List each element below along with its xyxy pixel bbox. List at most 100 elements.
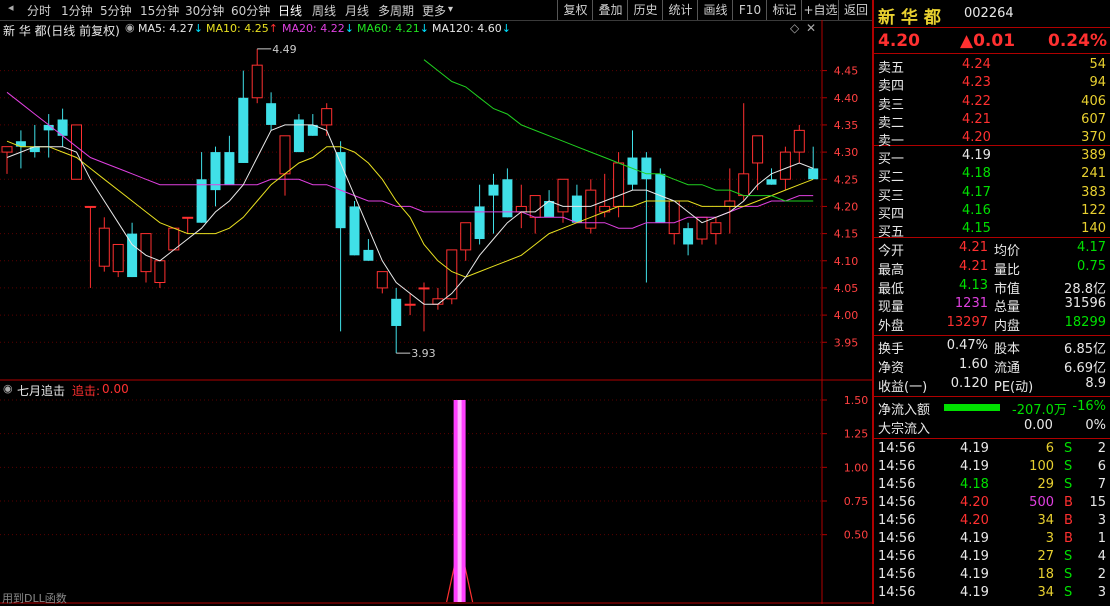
period-tab-2[interactable]: 5分钟 bbox=[100, 2, 132, 19]
candle[interactable] bbox=[418, 282, 430, 332]
tick-price: 4.19 bbox=[960, 549, 989, 564]
toolbar-button-1[interactable]: 叠加 bbox=[592, 0, 628, 20]
period-tab-0[interactable]: 分时 bbox=[27, 2, 51, 19]
block-inflow-pct: 0% bbox=[1085, 418, 1106, 433]
candle[interactable] bbox=[793, 124, 805, 163]
candle[interactable] bbox=[529, 195, 541, 234]
period-tab-7[interactable]: 周线 bbox=[312, 2, 336, 19]
candle[interactable] bbox=[502, 168, 513, 218]
diamond-icon[interactable]: ◇ bbox=[790, 21, 799, 35]
candle[interactable] bbox=[363, 239, 374, 261]
candle[interactable] bbox=[432, 287, 444, 310]
period-tab-1[interactable]: 1分钟 bbox=[61, 2, 93, 19]
tick-time: 14:56 bbox=[878, 567, 916, 582]
candle[interactable] bbox=[474, 184, 485, 245]
candle[interactable] bbox=[515, 184, 527, 229]
bid-row: 买一 4.19 389 bbox=[874, 148, 1110, 167]
candle[interactable] bbox=[683, 222, 694, 256]
candle[interactable] bbox=[29, 124, 40, 158]
tick-volume: 34 bbox=[1037, 513, 1054, 528]
tick-row: 14:56 4.19 3 B 1 bbox=[874, 531, 1110, 549]
candle[interactable] bbox=[140, 233, 152, 283]
period-tab-6[interactable]: 日线 bbox=[278, 2, 302, 19]
candle[interactable] bbox=[279, 135, 291, 196]
indicator-tick-label: 0.75 bbox=[844, 495, 869, 508]
candle[interactable] bbox=[112, 243, 124, 278]
toolbar-button-5[interactable]: F10 bbox=[732, 0, 767, 20]
candle[interactable] bbox=[1, 146, 13, 174]
chart-options-icon[interactable]: ◉ bbox=[125, 21, 135, 34]
stats-row: 最低 4.13 市值 28.8亿 bbox=[874, 277, 1110, 297]
candle[interactable] bbox=[57, 108, 68, 147]
candle[interactable] bbox=[266, 92, 277, 131]
ma-arrow-icon: ↓ bbox=[193, 22, 203, 35]
indicator-tick-label: 1.50 bbox=[844, 394, 869, 407]
candle[interactable] bbox=[182, 216, 194, 234]
toolbar-button-7[interactable]: +自选 bbox=[801, 0, 839, 20]
ma-label-text: MA10: 4.25 bbox=[206, 22, 269, 35]
candle[interactable] bbox=[724, 168, 736, 234]
toolbar-button-6[interactable]: 标记 bbox=[766, 0, 802, 20]
candle[interactable] bbox=[84, 205, 96, 288]
candle[interactable] bbox=[15, 130, 26, 169]
candle[interactable] bbox=[293, 114, 304, 153]
tick-side: S bbox=[1064, 567, 1073, 582]
price-change: ▲0.01 bbox=[960, 31, 1016, 51]
toolbar-button-8[interactable]: 返回 bbox=[838, 0, 873, 20]
toolbar-button-0[interactable]: 复权 bbox=[557, 0, 593, 20]
candle[interactable] bbox=[196, 152, 207, 223]
indicator-options-icon[interactable]: ◉ bbox=[3, 382, 13, 395]
fin-value: 6.69亿 bbox=[1064, 361, 1106, 376]
left-arrow-icon[interactable]: ◂ bbox=[8, 1, 14, 14]
candle[interactable] bbox=[154, 260, 166, 288]
fin-row: 换手 0.47% 股本 6.85亿 bbox=[874, 338, 1110, 357]
tick-count: 4 bbox=[1097, 549, 1106, 564]
more-arrow-icon[interactable]: ▾ bbox=[448, 4, 453, 15]
candle[interactable] bbox=[251, 48, 263, 104]
candle[interactable] bbox=[488, 173, 499, 234]
ask-volume: 607 bbox=[1081, 111, 1106, 127]
period-tab-5[interactable]: 60分钟 bbox=[231, 2, 270, 19]
candle[interactable] bbox=[557, 178, 569, 223]
close-icon[interactable]: ✕ bbox=[806, 21, 816, 35]
period-tab-9[interactable]: 多周期 bbox=[378, 2, 414, 19]
period-tab-10[interactable]: 更多 bbox=[422, 2, 446, 19]
candle[interactable] bbox=[224, 135, 235, 185]
fin-label: PE(动) bbox=[994, 380, 1034, 395]
bid-volume: 122 bbox=[1081, 202, 1106, 218]
candle[interactable] bbox=[98, 217, 110, 272]
candle[interactable] bbox=[210, 146, 221, 207]
kline-chart[interactable]: 4.45 4.40 4.35 4.30 4.25 4.20 4.15 4.10 4.05 4.00… bbox=[0, 20, 872, 604]
period-tab-3[interactable]: 15分钟 bbox=[140, 2, 179, 19]
ask-volume: 94 bbox=[1089, 75, 1106, 91]
toolbar-button-4[interactable]: 画线 bbox=[697, 0, 733, 20]
candle[interactable] bbox=[391, 287, 402, 354]
high-marker-label: 4.49 bbox=[272, 43, 297, 56]
tick-price: 4.19 bbox=[960, 441, 989, 456]
candle[interactable] bbox=[43, 114, 54, 158]
candle[interactable] bbox=[376, 271, 388, 294]
bid-price: 4.17 bbox=[962, 184, 991, 200]
current-price: 4.20 bbox=[878, 31, 920, 51]
candle[interactable] bbox=[349, 201, 360, 256]
candle[interactable] bbox=[460, 222, 472, 261]
candle[interactable] bbox=[808, 146, 819, 180]
candle[interactable] bbox=[627, 130, 638, 191]
candle[interactable] bbox=[127, 222, 138, 278]
candle[interactable] bbox=[641, 152, 652, 283]
candle[interactable] bbox=[335, 141, 346, 332]
ma-label-text: MA120: 4.60 bbox=[432, 22, 502, 35]
stat-value: 4.13 bbox=[959, 277, 988, 293]
candle[interactable] bbox=[238, 70, 249, 163]
ask-volume: 406 bbox=[1081, 93, 1106, 109]
net-inflow-pct: -16% bbox=[1072, 399, 1106, 414]
period-tab-8[interactable]: 月线 bbox=[345, 2, 369, 19]
ask-label: 卖三 bbox=[878, 97, 905, 113]
indicator-label: 追击: bbox=[72, 384, 101, 398]
candle[interactable] bbox=[710, 217, 722, 245]
bid-label: 买二 bbox=[878, 170, 905, 186]
candle[interactable] bbox=[571, 184, 582, 223]
toolbar-button-2[interactable]: 历史 bbox=[627, 0, 663, 20]
period-tab-4[interactable]: 30分钟 bbox=[185, 2, 224, 19]
toolbar-button-3[interactable]: 统计 bbox=[662, 0, 698, 20]
